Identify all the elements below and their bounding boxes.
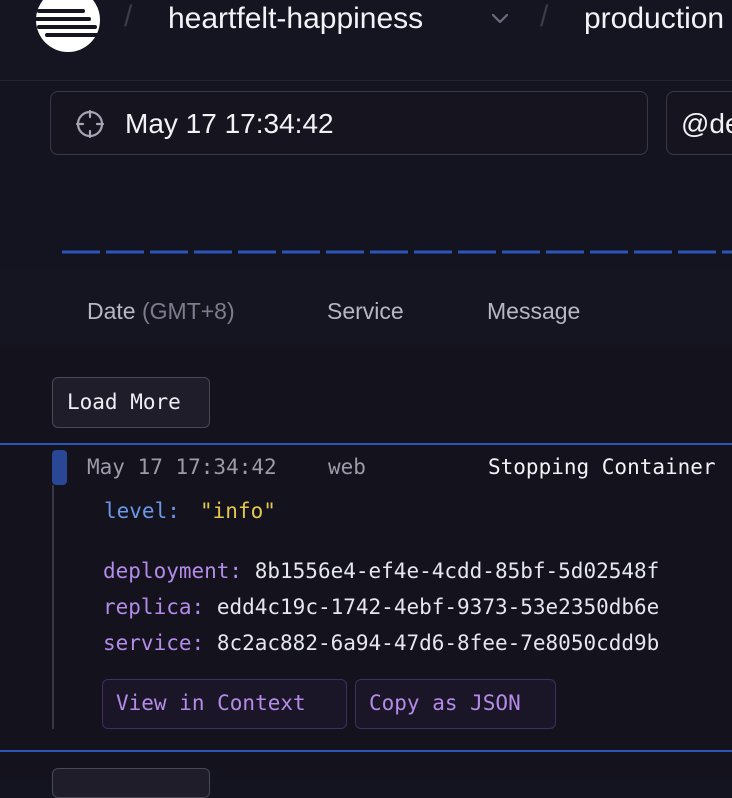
attribute-row-deployment[interactable]: deployment: 8b1556e4-ef4e-4cdd-85bf-5d02… bbox=[103, 559, 659, 583]
log-entry-stem bbox=[52, 485, 54, 729]
log-entry-divider bbox=[0, 750, 732, 752]
log-entry-divider bbox=[0, 443, 732, 445]
filter-input[interactable]: @deployment bbox=[666, 91, 732, 155]
view-in-context-button[interactable]: View in Context bbox=[102, 679, 347, 729]
breadcrumb-separator: / bbox=[540, 0, 549, 33]
attribute-row-service[interactable]: service: 8c2ac882-6a94-47d6-8fee-7e8050c… bbox=[103, 631, 659, 655]
timestamp-search-input[interactable]: May 17 17:34:42 bbox=[50, 91, 648, 155]
log-level-marker bbox=[52, 450, 67, 485]
level-key: level: bbox=[104, 499, 180, 523]
column-date[interactable]: Date (GMT+8) bbox=[87, 298, 235, 325]
filter-value: @deployment bbox=[681, 108, 732, 139]
column-date-label: Date bbox=[87, 298, 136, 324]
project-name[interactable]: heartfelt-happiness bbox=[168, 2, 423, 36]
railway-logo-icon[interactable] bbox=[35, 0, 101, 53]
histogram-baseline bbox=[62, 250, 732, 254]
level-value: "info" bbox=[200, 499, 276, 523]
attribute-key: replica: bbox=[103, 595, 205, 619]
load-more-button[interactable]: Load More bbox=[52, 377, 210, 428]
attribute-row-replica[interactable]: replica: edd4c19c-1742-4ebf-9373-53e2350… bbox=[103, 595, 659, 619]
column-date-timezone: (GMT+8) bbox=[141, 298, 235, 324]
log-message[interactable]: Stopping Container bbox=[488, 455, 716, 479]
log-service[interactable]: web bbox=[328, 455, 366, 479]
load-more-button-bottom[interactable] bbox=[52, 768, 210, 798]
crosshair-icon bbox=[75, 109, 105, 139]
attribute-value: 8c2ac882-6a94-47d6-8fee-7e8050cdd9b bbox=[216, 631, 660, 655]
copy-as-json-button[interactable]: Copy as JSON bbox=[355, 679, 556, 729]
breadcrumb-separator: / bbox=[124, 0, 133, 33]
attribute-key: deployment: bbox=[103, 559, 243, 583]
top-bar: / heartfelt-happiness / production bbox=[0, 0, 732, 81]
timestamp-value: May 17 17:34:42 bbox=[125, 108, 334, 139]
attribute-value: edd4c19c-1742-4ebf-9373-53e2350db6e bbox=[216, 595, 660, 619]
chevron-down-icon[interactable] bbox=[489, 12, 511, 26]
log-timestamp[interactable]: May 17 17:34:42 bbox=[87, 455, 277, 479]
column-message[interactable]: Message bbox=[487, 298, 580, 325]
attribute-key: service: bbox=[103, 631, 205, 655]
column-service[interactable]: Service bbox=[327, 298, 404, 325]
attribute-value: 8b1556e4-ef4e-4cdd-85bf-5d02548f bbox=[254, 559, 660, 583]
environment-name[interactable]: production bbox=[584, 2, 724, 36]
